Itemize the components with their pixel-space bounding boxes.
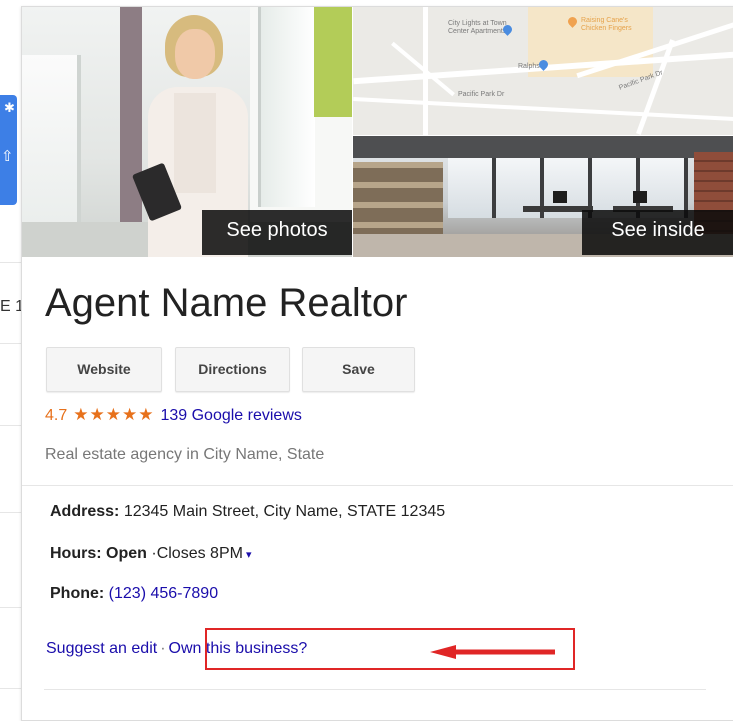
address-value: 12345 Main Street, City Name, STATE 1234… — [123, 503, 446, 520]
hours-status: Open — [106, 545, 147, 562]
share-icon: ⇧ — [1, 147, 14, 165]
own-business-link[interactable]: Own this business? — [169, 640, 308, 657]
section-divider — [44, 689, 706, 690]
footer-links: Suggest an edit · Own this business? — [46, 640, 307, 658]
hours-dropdown-icon[interactable]: ▾ — [246, 549, 252, 561]
rating-row: 4.7 ★★★★★ 139 Google reviews — [45, 405, 302, 425]
map-poi-label: Raising Cane's Chicken Fingers — [581, 17, 632, 32]
business-knowledge-panel: City Lights at Town Center Apartments Ra… — [21, 6, 733, 721]
section-divider — [22, 485, 733, 486]
phone-row: Phone: (123) 456-7890 — [50, 585, 218, 603]
hours-label: Hours: — [50, 545, 102, 562]
phone-link[interactable]: (123) 456-7890 — [109, 585, 218, 602]
rating-value: 4.7 — [45, 407, 68, 424]
map-street-label: Pacific Park Dr — [458, 91, 505, 98]
phone-label: Phone: — [50, 585, 105, 602]
bookshelf-image — [353, 162, 443, 242]
business-title: Agent Name Realtor — [45, 281, 408, 325]
side-share-tab[interactable]: ✱ ⇧ — [0, 95, 17, 205]
website-button[interactable]: Website — [46, 347, 162, 392]
suggest-edit-link[interactable]: Suggest an edit — [46, 640, 157, 657]
location-map[interactable]: City Lights at Town Center Apartments Ra… — [353, 7, 733, 135]
hours-closes: ·Closes 8PM — [151, 545, 243, 562]
star-rating-icon: ★★★★★ — [73, 405, 155, 425]
photo-strip: City Lights at Town Center Apartments Ra… — [22, 7, 733, 257]
business-category: Real estate agency in City Name, State — [45, 446, 325, 463]
reviews-link[interactable]: 139 Google reviews — [160, 407, 301, 424]
address-row: Address: 12345 Main Street, City Name, S… — [50, 503, 445, 521]
map-poi-label: Ralphs — [518, 63, 540, 70]
see-photos-button[interactable]: See photos — [202, 210, 352, 255]
map-poi-label: City Lights at Town Center Apartments — [448, 20, 507, 35]
see-inside-button[interactable]: See inside — [582, 210, 733, 255]
directions-button[interactable]: Directions — [175, 347, 290, 392]
bluetooth-icon: ✱ — [4, 101, 15, 116]
address-label: Address: — [50, 503, 120, 520]
hours-row: Hours: Open ·Closes 8PM ▾ — [50, 545, 251, 563]
link-separator: · — [160, 640, 166, 657]
annotation-arrow-icon — [430, 645, 555, 659]
save-button[interactable]: Save — [302, 347, 415, 392]
